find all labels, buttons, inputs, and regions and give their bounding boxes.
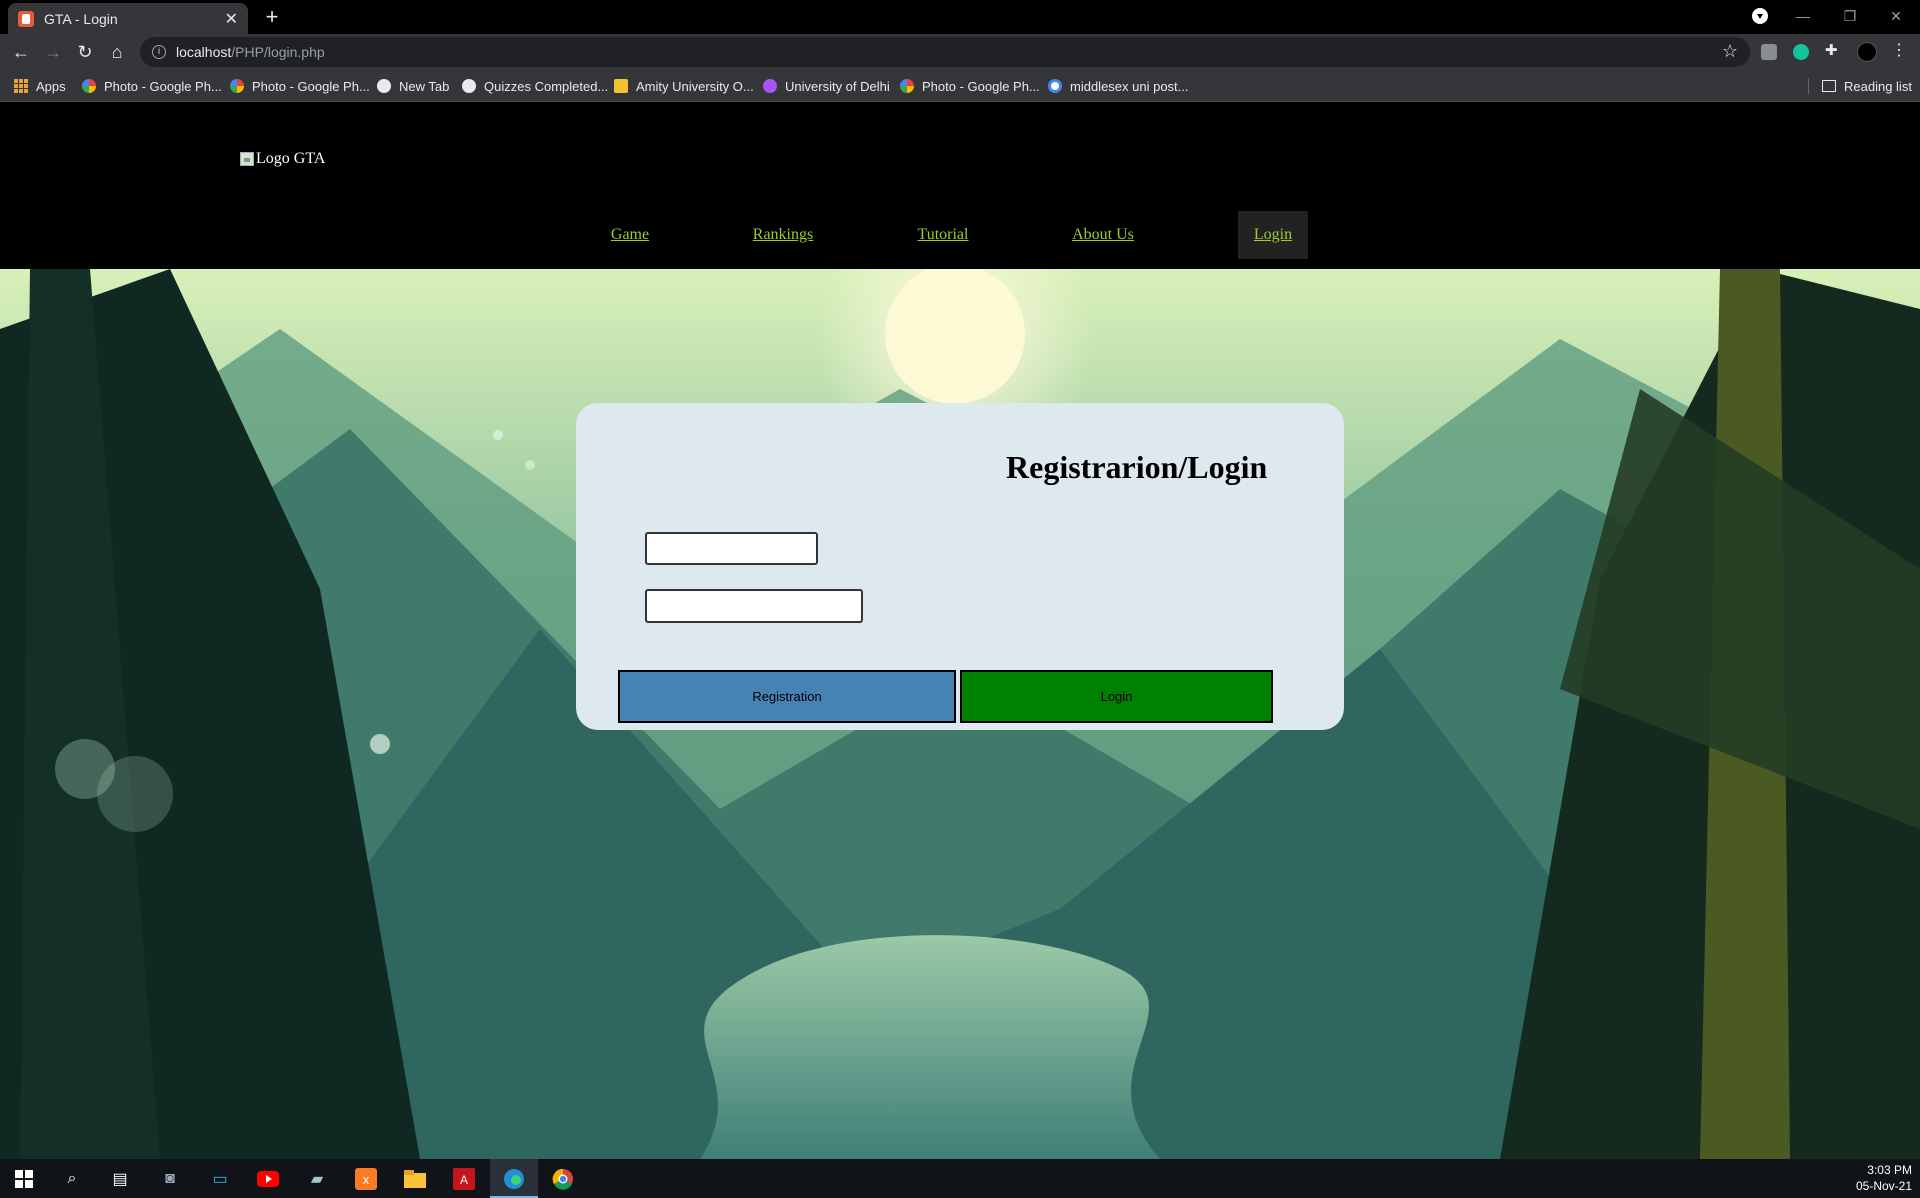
registration-button[interactable]: Registration [618, 670, 956, 723]
bookmark-apps[interactable]: Apps [14, 70, 66, 102]
login-button[interactable]: Login [960, 670, 1273, 723]
bookmark-label: Amity University O... [636, 78, 754, 94]
nav-link-game[interactable]: Game [598, 211, 662, 259]
apps-grid-icon [14, 79, 28, 93]
tab-title: GTA - Login [44, 10, 118, 27]
tab-search-icon[interactable] [1752, 8, 1768, 24]
bookmark-item[interactable]: Amity University O... [614, 70, 754, 102]
menu-kebab-icon[interactable]: ⋮ [1891, 40, 1907, 59]
reading-list-label: Reading list [1844, 78, 1912, 94]
extensions-puzzle-icon[interactable]: ✚ [1825, 41, 1841, 59]
google-photos-icon [82, 79, 96, 93]
back-icon[interactable]: ← [7, 38, 35, 66]
web-page: Logo GTA Game Rankings Tutorial About Us… [0, 103, 1920, 1159]
du-logo-icon [763, 79, 777, 93]
bookmark-label: Photo - Google Ph... [252, 78, 370, 94]
reading-list-button[interactable]: Reading list [1822, 70, 1912, 102]
site-info-icon[interactable]: i [152, 45, 166, 59]
form-title: Registrarion/Login [1006, 449, 1268, 485]
bookmark-label: Apps [36, 78, 66, 94]
password-field[interactable] [645, 589, 863, 623]
bookmark-label: University of Delhi [785, 78, 890, 94]
bookmark-label: Photo - Google Ph... [104, 78, 222, 94]
url-host: localhost [176, 44, 232, 60]
site-favicon-icon [18, 10, 34, 27]
grammarly-icon[interactable] [1793, 44, 1809, 60]
url-path: /PHP/login.php [231, 44, 325, 60]
acrobat-icon[interactable]: A [452, 1167, 476, 1191]
close-tab-icon[interactable]: ✕ [225, 9, 238, 29]
address-bar[interactable]: i localhost/PHP/login.php ☆ [140, 37, 1750, 67]
svg-text:A: A [460, 1173, 468, 1187]
nav-link-tutorial[interactable]: Tutorial [904, 211, 982, 259]
clock-time: 3:03 PM [1867, 1163, 1912, 1177]
new-tab-button[interactable]: + [258, 4, 286, 30]
bookmark-star-icon[interactable]: ☆ [1722, 41, 1738, 62]
chrome-icon[interactable] [551, 1167, 575, 1191]
amity-crest-icon [614, 79, 628, 93]
browser-tab-strip: GTA - Login ✕ + — ❐ ✕ [0, 0, 1920, 34]
close-window-icon[interactable]: ✕ [1873, 0, 1919, 32]
nav-link-rankings[interactable]: Rankings [740, 211, 826, 259]
bookmark-label: middlesex uni post... [1070, 78, 1189, 94]
logo-alt-text: Logo GTA [256, 150, 326, 167]
bookmark-label: Photo - Google Ph... [922, 78, 1040, 94]
google-photos-icon [230, 79, 244, 93]
username-field[interactable] [645, 532, 818, 565]
login-card: Registrarion/Login Registration Login [576, 403, 1344, 730]
bookmark-item[interactable]: University of Delhi [763, 70, 890, 102]
bookmark-item[interactable]: Quizzes Completed... [462, 70, 608, 102]
system-clock[interactable]: 3:03 PM 05-Nov-21 [1856, 1162, 1912, 1194]
bookmarks-divider [1808, 78, 1809, 94]
minimize-icon[interactable]: — [1780, 0, 1826, 32]
nav-link-login[interactable]: Login [1238, 211, 1308, 259]
bookmark-item[interactable]: middlesex uni post... [1048, 70, 1189, 102]
notes-app-icon[interactable]: ▰ [305, 1167, 329, 1191]
bookmark-item[interactable]: New Tab [377, 70, 449, 102]
forward-icon[interactable]: → [39, 38, 67, 66]
google-g-icon [1048, 79, 1062, 93]
bookmark-item[interactable]: Photo - Google Ph... [82, 70, 222, 102]
nav-link-about-us[interactable]: About Us [1061, 211, 1145, 259]
camera-icon[interactable]: ◙ [158, 1167, 182, 1191]
browser-tab[interactable]: GTA - Login ✕ [8, 3, 248, 34]
clock-date: 05-Nov-21 [1855, 1179, 1912, 1193]
task-view-icon[interactable]: ▤ [108, 1167, 132, 1191]
broken-image-icon [240, 152, 254, 166]
google-photos-icon [900, 79, 914, 93]
extension-icon[interactable] [1761, 44, 1777, 60]
search-icon[interactable]: ⌕ [60, 1167, 84, 1191]
bookmark-label: Quizzes Completed... [484, 78, 609, 94]
file-explorer-icon[interactable] [403, 1167, 427, 1191]
windows-start-icon[interactable] [12, 1167, 36, 1191]
site-header: Logo GTA Game Rankings Tutorial About Us… [0, 103, 1920, 269]
svg-text:x: x [363, 1172, 370, 1187]
reload-icon[interactable]: ↻ [71, 38, 99, 66]
youtube-icon[interactable] [256, 1167, 280, 1191]
globe-icon [377, 79, 391, 93]
bookmarks-bar: Apps Photo - Google Ph... Photo - Google… [0, 70, 1920, 102]
windows-taskbar: ⌕ ▤ ◙ ▭ ▰ x A 3:03 PM 05-Nov-21 [0, 1159, 1920, 1198]
bookmark-item[interactable]: Photo - Google Ph... [230, 70, 370, 102]
home-icon[interactable]: ⌂ [103, 38, 131, 66]
restore-icon[interactable]: ❐ [1827, 0, 1873, 32]
laptop-app-icon[interactable]: ▭ [208, 1167, 232, 1191]
xampp-icon[interactable]: x [354, 1167, 378, 1191]
bookmark-label: New Tab [399, 78, 450, 94]
reading-list-icon [1822, 80, 1836, 92]
edge-icon[interactable] [502, 1167, 526, 1191]
quiz-site-icon [462, 79, 476, 93]
browser-toolbar: ← → ↻ ⌂ i localhost/PHP/login.php ☆ ✚ ⋮ [0, 34, 1920, 70]
profile-avatar[interactable] [1857, 42, 1877, 62]
bookmark-item[interactable]: Photo - Google Ph... [900, 70, 1040, 102]
site-logo[interactable]: Logo GTA [240, 150, 325, 168]
